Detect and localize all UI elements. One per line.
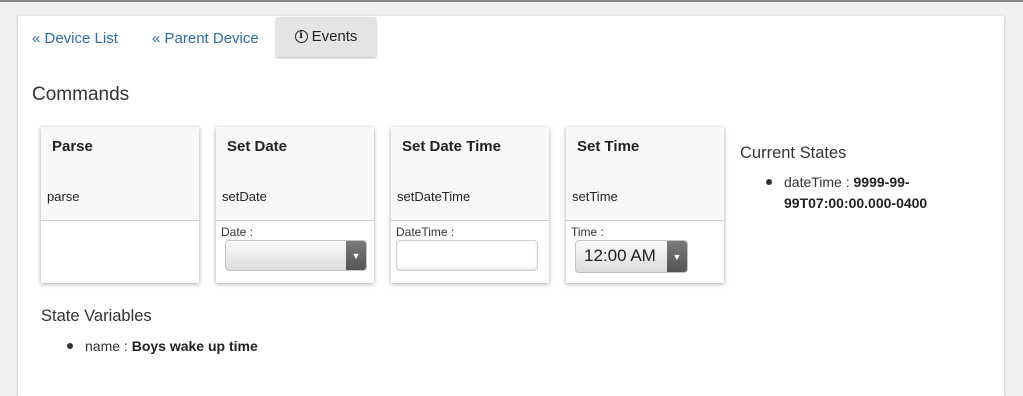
time-value: 12:00 AM [584, 246, 656, 265]
current-states-list: dateTime : 9999-99- 99T07:00:00.000-0400 [766, 172, 928, 214]
bullet-icon [766, 179, 772, 185]
time-label: Time : [571, 225, 604, 239]
command-card-set-date: Set Date setDate Date : ▼ [216, 127, 374, 283]
state-variables-list: name : Boys wake up time [67, 336, 258, 357]
date-select[interactable]: ▼ [225, 240, 367, 271]
command-button-parse[interactable]: Parse parse [41, 127, 199, 221]
state-value-line2: 99T07:00:00.000-0400 [784, 195, 928, 211]
command-card-set-date-time: Set Date Time setDateTime DateTime : [391, 127, 549, 283]
current-states-title: Current States [740, 144, 847, 162]
state-value-line1: 9999-99- [853, 174, 910, 190]
bullet-icon [67, 343, 73, 349]
datetime-input[interactable] [396, 240, 538, 271]
info-icon: i [294, 29, 308, 43]
card-title: Set Time [577, 138, 640, 155]
datetime-label: DateTime : [396, 225, 455, 239]
card-command: parse [47, 189, 80, 204]
chevron-down-icon: ▼ [667, 241, 687, 272]
list-item: dateTime : 9999-99- 99T07:00:00.000-0400 [766, 172, 928, 214]
card-title: Set Date Time [402, 138, 501, 155]
command-button-set-time[interactable]: Set Time setTime [566, 127, 724, 221]
card-title: Parse [52, 138, 93, 155]
date-label: Date : [221, 225, 254, 239]
command-card-parse: Parse parse [41, 127, 199, 283]
variable-value: Boys wake up time [131, 338, 258, 354]
variable-key: name : [85, 338, 128, 354]
events-button-label: Events [311, 27, 358, 45]
card-title: Set Date [227, 138, 288, 155]
device-list-link[interactable]: « Device List [32, 30, 118, 47]
list-item: name : Boys wake up time [67, 336, 258, 357]
parent-device-link[interactable]: « Parent Device [152, 30, 259, 47]
window-top-border [0, 0, 1023, 2]
state-variables-title: State Variables [41, 307, 152, 325]
commands-title: Commands [32, 84, 130, 105]
state-key: dateTime : [784, 174, 850, 190]
command-button-set-date[interactable]: Set Date setDate [216, 127, 374, 221]
card-command: setDate [222, 189, 267, 204]
time-select[interactable]: 12:00 AM ▼ [575, 240, 688, 273]
events-button[interactable]: i Events [276, 17, 376, 57]
command-button-set-date-time[interactable]: Set Date Time setDateTime [391, 127, 549, 221]
card-command: setTime [572, 189, 618, 204]
command-card-set-time: Set Time setTime Time : 12:00 AM ▼ [566, 127, 724, 283]
chevron-down-icon: ▼ [346, 241, 366, 270]
card-command: setDateTime [397, 189, 471, 204]
